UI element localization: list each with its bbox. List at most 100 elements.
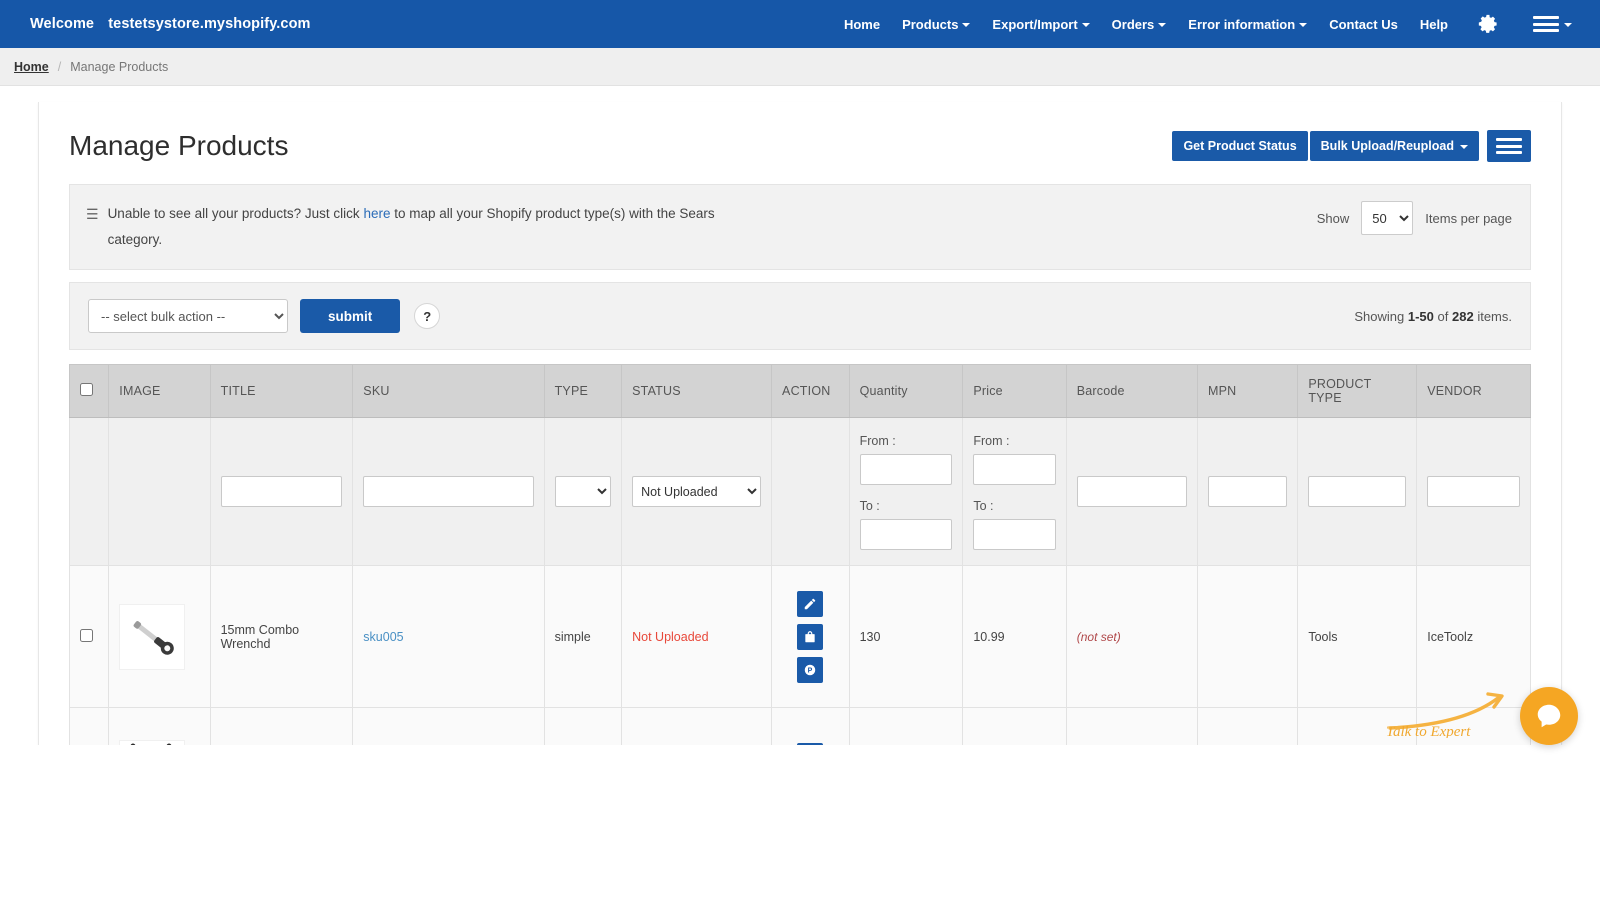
bulk-action-select[interactable]: -- select bulk action -- [88,299,288,333]
gear-icon [1477,13,1499,35]
th-barcode[interactable]: Barcode [1066,365,1197,418]
price-from-label: From : [973,434,1055,448]
card-menu-button[interactable] [1487,130,1531,162]
filter-cell-title [210,418,353,566]
filter-cell-price: From : To : [963,418,1066,566]
filter-cell-status: Not Uploaded [622,418,772,566]
nav-item-contact-us[interactable]: Contact Us [1318,11,1409,38]
main-content-card: Manage Products Get Product Status Bulk … [38,102,1562,839]
row-image-cell [109,566,210,708]
showing-suffix: items. [1477,309,1512,324]
th-type[interactable]: TYPE [544,365,622,418]
card-header: Manage Products Get Product Status Bulk … [69,102,1531,184]
filter-quantity-from-input[interactable] [860,454,953,485]
circled-p-icon: P [803,663,817,677]
th-mpn[interactable]: MPN [1198,365,1298,418]
filter-vendor-input[interactable] [1427,476,1520,507]
price-to-label: To : [973,499,1055,513]
nav-item-help[interactable]: Help [1409,11,1459,38]
nav-item-home[interactable]: Home [833,11,891,38]
row-action-group: P [782,591,839,683]
filter-quantity-to-input[interactable] [860,519,953,550]
breadcrumb-home-link[interactable]: Home [14,60,49,74]
edit-pencil-icon [803,597,817,611]
open-chat-button[interactable] [1520,687,1578,745]
row-checkbox[interactable] [80,629,93,642]
row-barcode-cell: (not set) [1066,566,1197,708]
top-nav-links: Home Products Export/Import Orders Error… [833,11,1578,38]
show-label: Show [1317,211,1350,226]
quantity-from-label: From : [860,434,953,448]
nav-item-products[interactable]: Products [891,11,981,38]
top-nav-hamburger-button[interactable] [1513,16,1578,32]
sku-link[interactable]: sku005 [363,630,403,644]
welcome-label: Welcome [30,16,94,32]
showing-prefix: Showing [1354,309,1404,324]
row-product-type-cell: Tools [1298,566,1417,708]
per-page-control: Show 50 Items per page [1317,201,1512,235]
svg-text:P: P [808,667,813,674]
th-title[interactable]: TITLE [210,365,353,418]
get-product-status-button[interactable]: Get Product Status [1172,131,1307,161]
nav-item-export-import[interactable]: Export/Import [981,11,1100,38]
chat-bubble-icon [1534,701,1564,731]
upload-to-marketplace-button[interactable] [797,624,823,650]
items-per-page-label: Items per page [1425,211,1512,226]
th-product-type[interactable]: PRODUCT TYPE [1298,365,1417,418]
filter-mpn-input[interactable] [1208,476,1287,507]
filter-price-to-input[interactable] [973,519,1055,550]
product-price-button[interactable]: P [797,657,823,683]
chevron-down-icon [962,23,970,27]
filter-product-type-input[interactable] [1308,476,1406,507]
row-vendor-cell: IceToolz [1417,566,1531,708]
filter-type-select[interactable] [555,476,612,507]
chat-widget: Talk to Expert [1520,687,1578,745]
filter-status-select[interactable]: Not Uploaded [632,476,761,507]
filter-cell-mpn [1198,418,1298,566]
filter-barcode-input[interactable] [1077,476,1187,507]
th-quantity[interactable]: Quantity [849,365,963,418]
notice-text-before: Unable to see all your products? Just cl… [108,206,360,221]
filter-cell-sku [353,418,544,566]
help-question-button[interactable]: ? [414,303,440,329]
nav-label: Contact Us [1329,17,1398,32]
list-icon: ☰ [86,201,99,227]
filter-cell-type [544,418,622,566]
filter-price-from-input[interactable] [973,454,1055,485]
th-image[interactable]: IMAGE [109,365,210,418]
chevron-down-icon [1158,23,1166,27]
filter-title-input[interactable] [221,476,343,507]
table-filter-row: Not Uploaded From : To : From : [70,418,1531,566]
breadcrumb-separator: / [58,60,61,74]
th-price[interactable]: Price [963,365,1066,418]
notice-here-link[interactable]: here [363,206,390,221]
th-action[interactable]: ACTION [772,365,850,418]
nav-label: Home [844,17,880,32]
status-badge: Not Uploaded [632,630,708,644]
top-navigation-bar: Welcome testetsystore.myshopify.com Home… [0,0,1600,48]
th-vendor[interactable]: VENDOR [1417,365,1531,418]
nav-item-orders[interactable]: Orders [1101,11,1178,38]
select-all-checkbox[interactable] [80,383,93,396]
edit-button[interactable] [797,591,823,617]
bulk-upload-label: Bulk Upload/Reupload [1321,139,1454,153]
row-price-cell: 10.99 [963,566,1066,708]
th-select-all [70,365,109,418]
mapping-notice-text: Unable to see all your products? Just cl… [108,201,728,253]
filter-sku-input[interactable] [363,476,533,507]
breadcrumb: Home / Manage Products [0,48,1600,86]
chevron-down-icon [1082,23,1090,27]
th-sku[interactable]: SKU [353,365,544,418]
mapping-notice: ☰ Unable to see all your products? Just … [69,184,1531,270]
showing-count: Showing 1-50 of 282 items. [1354,309,1512,324]
settings-gear-button[interactable] [1459,13,1513,35]
welcome-banner: Welcome testetsystore.myshopify.com [30,16,311,32]
hamburger-menu-icon [1533,16,1559,32]
nav-label: Error information [1188,17,1295,32]
nav-label: Help [1420,17,1448,32]
nav-item-error-information[interactable]: Error information [1177,11,1318,38]
bulk-upload-reupload-button[interactable]: Bulk Upload/Reupload [1310,131,1479,161]
th-status[interactable]: STATUS [622,365,772,418]
items-per-page-select[interactable]: 50 [1361,201,1413,235]
submit-button[interactable]: submit [300,299,400,333]
